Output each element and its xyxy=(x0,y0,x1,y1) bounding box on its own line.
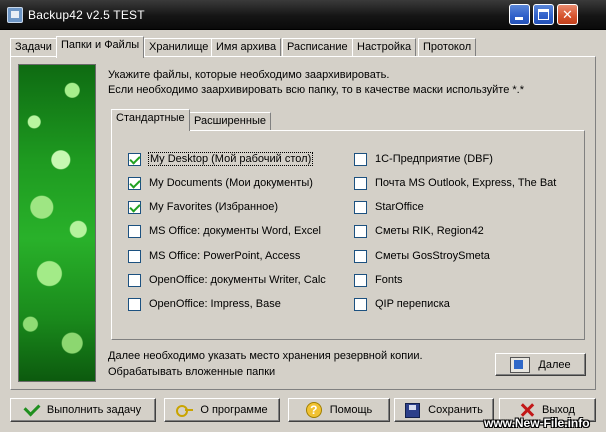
checkbox-box[interactable] xyxy=(128,200,141,214)
checkmark-icon xyxy=(23,399,41,417)
next-button-label: Далее xyxy=(538,358,571,371)
checkbox-my-desktop[interactable]: My Desktop (Мой рабочий стол) xyxy=(128,151,314,167)
checkbox-label: Сметы RIK, Region42 xyxy=(375,225,484,237)
checkbox-box[interactable] xyxy=(128,249,141,263)
watermark-text: www.New-File.info xyxy=(484,416,590,430)
checkbox-label: My Documents (Мои документы) xyxy=(149,177,313,189)
tab-storage[interactable]: Хранилище xyxy=(144,38,214,57)
intro-text: Укажите файлы, которые необходимо заархи… xyxy=(108,68,524,98)
checkbox-label: MS Office: PowerPoint, Access xyxy=(149,250,301,262)
title-bar[interactable]: Backup42 v2.5 TEST ✕ xyxy=(0,0,606,30)
checkbox-box[interactable] xyxy=(354,273,367,287)
run-task-button[interactable]: Выполнить задачу xyxy=(10,398,156,422)
save-button[interactable]: Сохранить xyxy=(394,398,494,422)
next-button[interactable]: Далее xyxy=(495,353,586,376)
checkbox-label: Почта MS Outlook, Express, The Bat xyxy=(375,177,557,189)
help-button[interactable]: ? Помощь xyxy=(288,398,390,422)
checkbox-label: QIP переписка xyxy=(375,298,450,310)
checkbox-openoffice-writer-calc[interactable]: OpenOffice: документы Writer, Calc xyxy=(128,272,326,288)
app-window: Backup42 v2.5 TEST ✕ Задачи Папки и Файл… xyxy=(0,0,606,432)
checkbox-label: MS Office: документы Word, Excel xyxy=(149,225,321,237)
subtab-standard[interactable]: Стандартные xyxy=(111,109,190,131)
tab-archive-name[interactable]: Имя архива xyxy=(211,38,282,57)
checkbox-qip[interactable]: QIP переписка xyxy=(354,296,450,312)
subtab-extended[interactable]: Расширенные xyxy=(189,112,271,131)
checkbox-mail-outlook[interactable]: Почта MS Outlook, Express, The Bat xyxy=(354,175,556,191)
checkbox-box[interactable] xyxy=(354,224,367,238)
maximize-button[interactable] xyxy=(533,4,554,25)
tab-settings[interactable]: Настройка xyxy=(352,38,417,57)
minimize-button[interactable] xyxy=(509,4,530,25)
checkbox-label: OpenOffice: документы Writer, Calc xyxy=(149,274,326,286)
checkbox-box[interactable] xyxy=(128,152,141,166)
checkbox-fonts[interactable]: Fonts xyxy=(354,272,403,288)
checkbox-label: 1С-Предприятие (DBF) xyxy=(375,153,493,165)
checkbox-label: Fonts xyxy=(375,274,403,286)
help-icon: ? xyxy=(305,402,322,418)
window-title: Backup42 v2.5 TEST xyxy=(28,8,145,22)
checkbox-openoffice-impress-base[interactable]: OpenOffice: Impress, Base xyxy=(128,296,281,312)
checkbox-my-documents[interactable]: My Documents (Мои документы) xyxy=(128,175,313,191)
checkbox-label: Сметы GosStroySmeta xyxy=(375,250,490,262)
tab-tasks[interactable]: Задачи xyxy=(10,38,57,57)
intro-line-2: Если необходимо заархивировать всю папку… xyxy=(108,84,524,96)
close-icon: ✕ xyxy=(562,7,573,22)
checkbox-label: StarOffice xyxy=(375,201,424,213)
note-line-1: Далее необходимо указать место хранения … xyxy=(108,350,423,362)
exit-x-icon xyxy=(520,403,534,417)
intro-line-1: Укажите файлы, которые необходимо заархи… xyxy=(108,69,390,81)
checkbox-ms-office-powerpoint-access[interactable]: MS Office: PowerPoint, Access xyxy=(128,248,300,264)
next-arrows-icon xyxy=(510,356,531,373)
checkbox-smety-gosstroysmeta[interactable]: Сметы GosStroySmeta xyxy=(354,248,490,264)
tab-folders-files[interactable]: Папки и Файлы xyxy=(56,36,145,58)
checkbox-label: My Desktop (Мой рабочий стол) xyxy=(147,152,314,166)
minimize-icon xyxy=(515,17,523,20)
checkbox-box[interactable] xyxy=(354,176,367,190)
floppy-disk-icon xyxy=(405,402,421,418)
folders-files-panel: Укажите файлы, которые необходимо заархи… xyxy=(10,56,596,390)
checkbox-staroffice[interactable]: StarOffice xyxy=(354,199,424,215)
checkbox-box[interactable] xyxy=(128,224,141,238)
checkbox-box[interactable] xyxy=(354,152,367,166)
checkbox-box[interactable] xyxy=(354,297,367,311)
checkbox-label: OpenOffice: Impress, Base xyxy=(149,298,281,310)
decorative-green-image xyxy=(18,64,96,382)
key-icon xyxy=(176,403,194,417)
tab-schedule[interactable]: Расписание xyxy=(282,38,353,57)
checkbox-box[interactable] xyxy=(128,176,141,190)
checkbox-my-favorites[interactable]: My Favorites (Избранное) xyxy=(128,199,278,215)
checkbox-box[interactable] xyxy=(128,273,141,287)
tab-log[interactable]: Протокол xyxy=(418,38,477,57)
checkbox-box[interactable] xyxy=(128,297,141,311)
note-text: Далее необходимо указать место хранения … xyxy=(108,348,423,380)
app-icon xyxy=(7,7,23,23)
about-label: О программе xyxy=(200,404,268,416)
close-button[interactable]: ✕ xyxy=(557,4,578,25)
help-label: Помощь xyxy=(329,404,373,416)
about-button[interactable]: О программе xyxy=(164,398,280,422)
checkbox-box[interactable] xyxy=(354,200,367,214)
maximize-icon xyxy=(538,9,549,20)
note-line-2: Обрабатывать вложенные папки xyxy=(108,366,276,378)
exit-label: Выход xyxy=(542,404,575,416)
save-label: Сохранить xyxy=(428,404,483,416)
checkbox-smety-rik[interactable]: Сметы RIK, Region42 xyxy=(354,223,484,239)
run-task-label: Выполнить задачу xyxy=(46,404,142,416)
checkbox-box[interactable] xyxy=(354,249,367,263)
checkbox-label: My Favorites (Избранное) xyxy=(149,201,279,213)
checkbox-1c-enterprise[interactable]: 1С-Предприятие (DBF) xyxy=(354,151,493,167)
standard-items-panel: My Desktop (Мой рабочий стол) My Documen… xyxy=(111,130,585,340)
checkbox-ms-office-word-excel[interactable]: MS Office: документы Word, Excel xyxy=(128,223,321,239)
